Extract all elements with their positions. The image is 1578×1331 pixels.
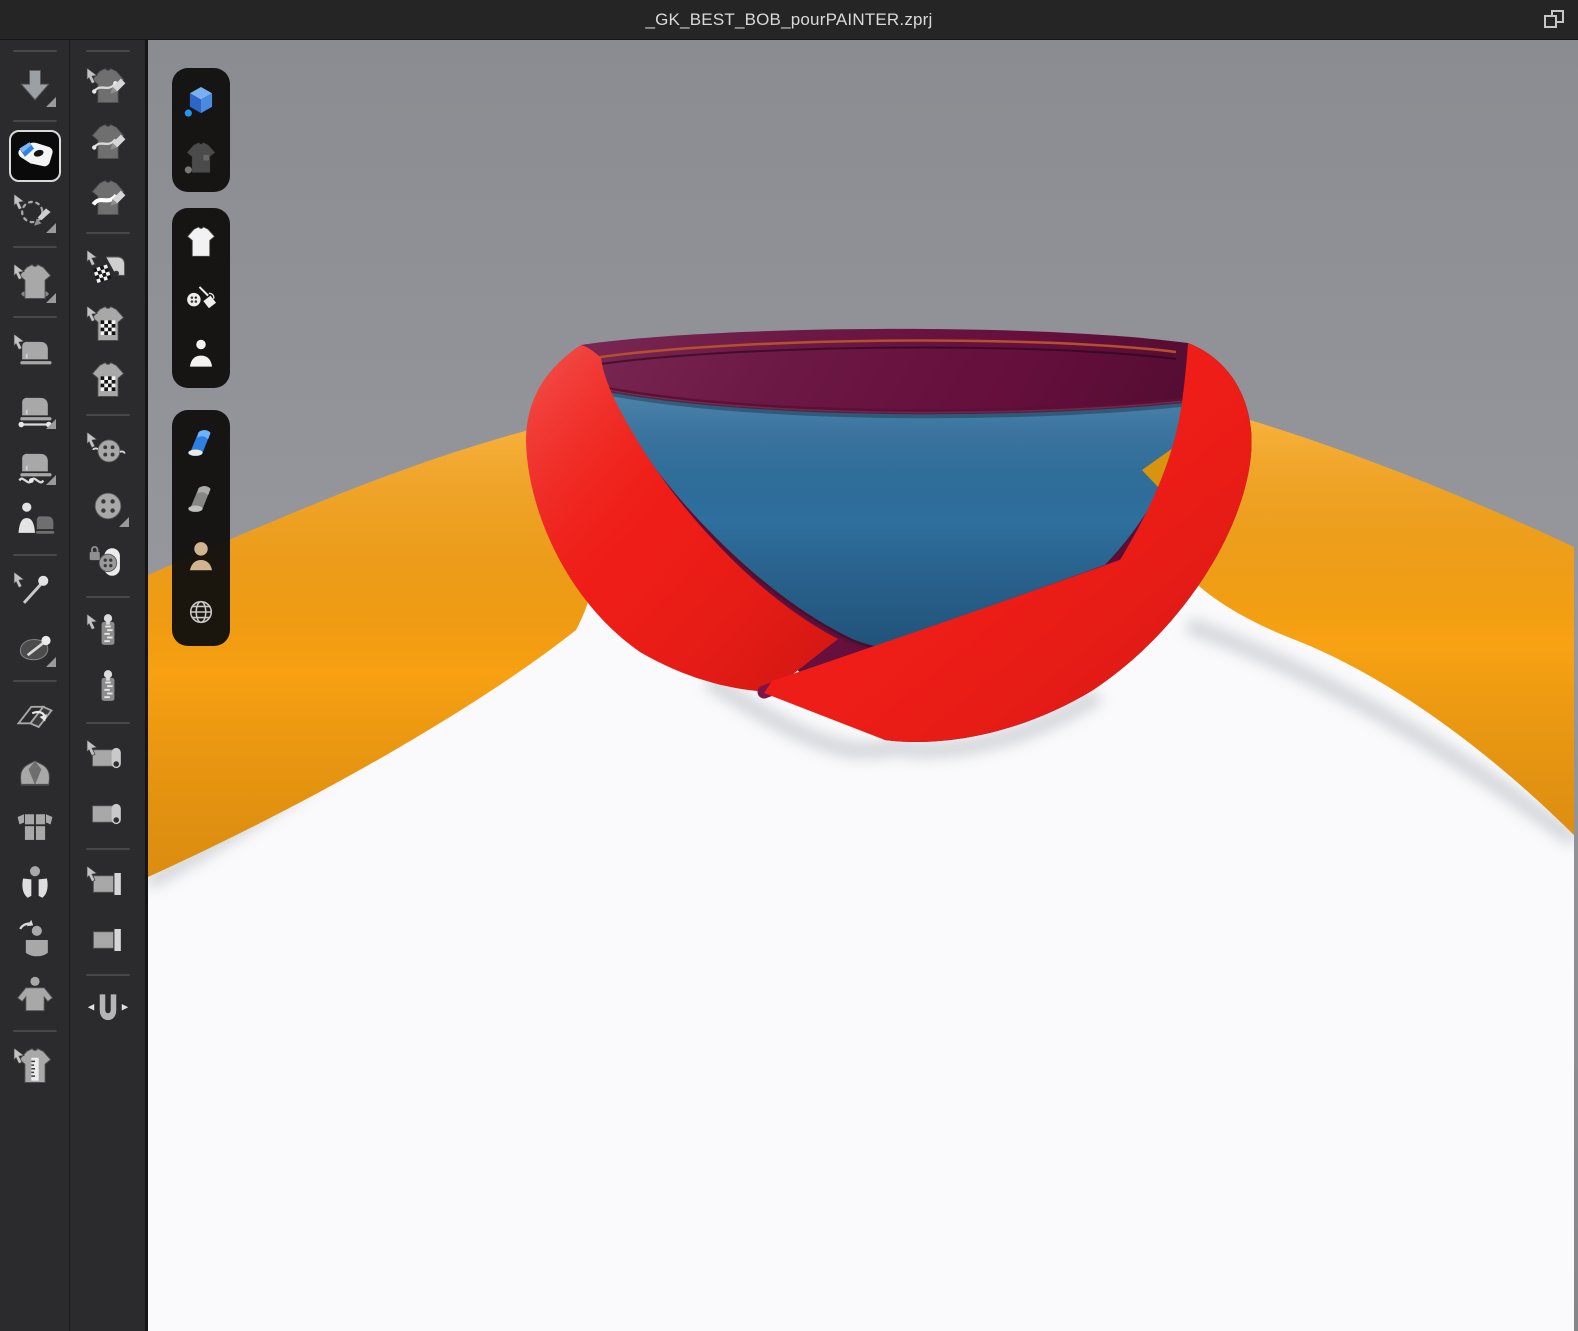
shirt-curve-thick-icon [91, 179, 125, 215]
shirt-white-icon [186, 226, 216, 257]
person-machine-icon [18, 502, 54, 534]
floating-toolbar-view-mode [172, 68, 230, 192]
floating-toolbar-surface-style [172, 410, 230, 646]
cube-3d-icon [184, 86, 213, 117]
toolbar-separator [85, 232, 130, 234]
buttonhole-tool[interactable] [82, 536, 134, 588]
measure-garment-tool[interactable] [9, 1040, 61, 1092]
import-tool[interactable] [9, 60, 61, 112]
edit-3d-pen-tool[interactable] [82, 60, 134, 112]
garment-scene [148, 328, 1574, 1331]
button-tool[interactable] [82, 480, 134, 532]
fabric-pin-icon [19, 635, 51, 661]
window-title: _GK_BEST_BOB_pourPAINTER.zprj [645, 9, 933, 29]
restore-front-square [1544, 15, 1557, 28]
free-sewing-tool[interactable] [9, 438, 61, 490]
toolbar-separator [85, 414, 130, 416]
wrap-arrangement-tool[interactable] [9, 858, 61, 910]
person-shirt-icon [16, 976, 53, 1012]
environment[interactable] [174, 584, 228, 640]
view-2d-pattern[interactable] [174, 130, 228, 186]
binding-tool[interactable] [82, 914, 134, 966]
select-button-tool[interactable] [82, 424, 134, 476]
pin-tool[interactable] [9, 620, 61, 672]
toolbar-separator [12, 554, 57, 556]
show-trims[interactable] [174, 270, 228, 326]
textured-surface[interactable] [174, 416, 228, 472]
tuck-tool[interactable] [82, 984, 134, 1036]
avatar-bust-icon [189, 339, 213, 367]
sewing-free-icon [17, 453, 51, 484]
globe-icon [189, 600, 213, 624]
fit-to-avatar-sewing-tool[interactable] [9, 494, 61, 546]
rotate-avatar-icon [18, 919, 48, 957]
avatar-head-icon [189, 542, 213, 571]
toolbar-separator [85, 722, 130, 724]
edit-texture-tool[interactable] [82, 242, 134, 294]
3d-pen-curve-tool[interactable] [82, 116, 134, 168]
zipper-tool[interactable] [82, 662, 134, 714]
edit-sewing-tool[interactable] [9, 326, 61, 378]
zipper-plain-icon [101, 670, 114, 701]
toolbar-main [0, 40, 70, 1331]
title-bar: _GK_BEST_BOB_pourPAINTER.zprj [0, 0, 1578, 40]
toolbar-separator [12, 50, 57, 52]
fabric-fold-gray-icon [188, 486, 211, 512]
shirt-curve-pen-icon [91, 123, 125, 159]
binding-strip-plain-icon [92, 929, 121, 951]
piping-tool[interactable] [82, 788, 134, 840]
3d-pen-freehand-tool[interactable] [82, 172, 134, 224]
uv-map-tool[interactable] [82, 354, 134, 406]
toolbar-secondary [70, 40, 148, 1331]
toolbar-separator [12, 1030, 57, 1032]
segment-sewing-tool[interactable] [9, 382, 61, 434]
toolbar-separator [85, 848, 130, 850]
reset-arrangement-tool[interactable] [9, 802, 61, 854]
shirt-checker-plain-icon [91, 361, 124, 397]
view-3d[interactable] [174, 74, 228, 130]
arrow-down-icon [19, 69, 50, 101]
select-move-garment-tool[interactable] [9, 256, 61, 308]
rotate-arrangement-tool[interactable] [9, 914, 61, 966]
sewing-segment-icon [18, 397, 51, 428]
select-piping-tool[interactable] [82, 732, 134, 784]
edit-uv-tool[interactable] [82, 298, 134, 350]
toolbar-separator [12, 680, 57, 682]
toolbar-separator [12, 120, 57, 122]
show-garment[interactable] [174, 214, 228, 270]
fabric-roll-plain-icon [91, 803, 121, 825]
shirt-pieces-icon [17, 814, 52, 840]
select-pin-tool[interactable] [9, 564, 61, 616]
clamp-icon [87, 994, 128, 1021]
viewport-3d[interactable] [148, 40, 1578, 1331]
shirt-2d-icon [184, 142, 216, 174]
paint-select-tool[interactable] [9, 186, 61, 238]
fold-arrangement-tool[interactable] [9, 690, 61, 742]
plain-surface[interactable] [174, 472, 228, 528]
floating-toolbar-show-toggles [172, 208, 230, 388]
toolbar-separator [12, 316, 57, 318]
select-zipper-tool[interactable] [82, 606, 134, 658]
try-on-tool[interactable] [9, 970, 61, 1022]
button-needle-icon [187, 286, 217, 309]
fold-garment-tool[interactable] [9, 746, 61, 798]
toolbar-separator [12, 246, 57, 248]
show-avatar[interactable] [174, 326, 228, 382]
wrap-avatar-icon [21, 866, 48, 898]
pinch-hand-icon [17, 142, 53, 167]
buttonhole-lock-icon [89, 546, 120, 576]
button-icon [94, 492, 121, 520]
avatar-surface[interactable] [174, 528, 228, 584]
pinch-move-tool[interactable] [8, 130, 61, 182]
toolbar-separator [85, 596, 130, 598]
restore-window-icon[interactable] [1544, 10, 1564, 28]
toolbar-separator [85, 50, 130, 52]
fabric-fold-blue-icon [188, 430, 211, 456]
folded-jacket-icon [19, 760, 50, 786]
app-window: _GK_BEST_BOB_pourPAINTER.zprj [0, 0, 1578, 1331]
select-binding-tool[interactable] [82, 858, 134, 910]
fold-plane-icon [16, 705, 53, 729]
toolbar-separator [85, 974, 130, 976]
